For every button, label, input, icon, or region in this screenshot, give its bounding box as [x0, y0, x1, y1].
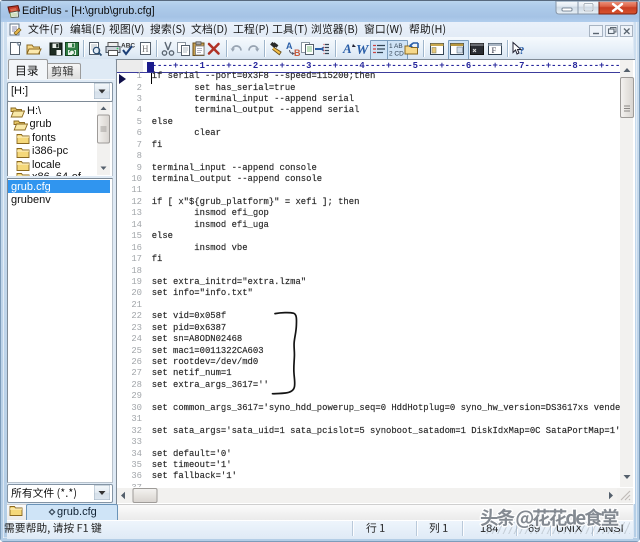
- svg-text:A: A: [286, 41, 293, 51]
- svg-text:A: A: [342, 41, 352, 56]
- svg-text:ABC: ABC: [121, 43, 135, 50]
- svg-text:W: W: [356, 43, 370, 57]
- svg-text:1 AB: 1 AB: [389, 43, 403, 50]
- svg-text:H: H: [142, 44, 149, 54]
- svg-text:?: ?: [519, 45, 525, 57]
- svg-text:2 CD: 2 CD: [389, 51, 404, 58]
- svg-text:F: F: [491, 45, 496, 55]
